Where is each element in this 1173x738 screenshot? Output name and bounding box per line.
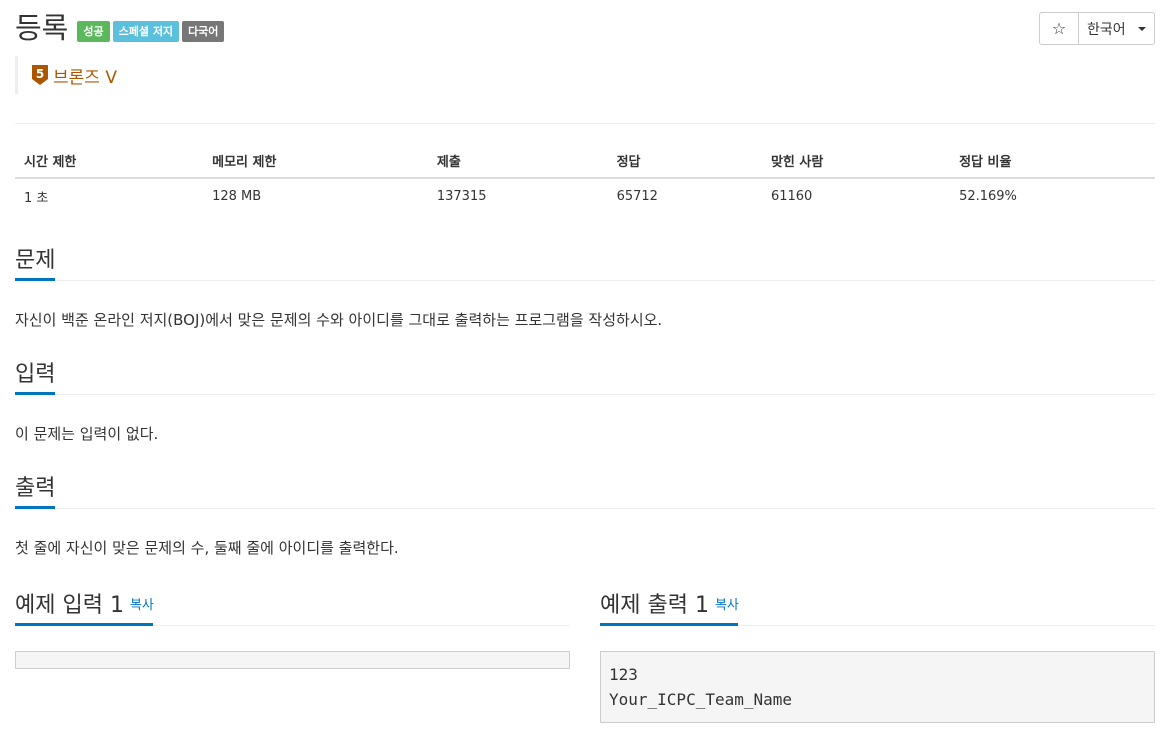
table-header-row: 시간 제한 메모리 제한 제출 정답 맞힌 사람 정답 비율 [15,143,1155,179]
header-divider [15,123,1155,124]
accept-ratio-value: 52.169% [959,189,1017,204]
section-underline [600,623,738,626]
section-title: 출력 [15,476,56,501]
bronze-tier-icon: 5 [31,64,49,86]
section-title: 입력 [15,362,56,387]
status-badge-success[interactable]: 성공 [77,20,110,42]
section-head: 문제 [15,243,1155,281]
section-input: 입력 이 문제는 입력이 없다. [15,357,1155,445]
col-solved-users: 맞힌 사람 [761,143,951,179]
solved-users-value[interactable]: 61160 [762,178,950,214]
col-memory-limit: 메모리 제한 [203,143,428,179]
col-submissions: 제출 [427,143,608,179]
page-title: 등록 [15,11,69,45]
problem-toolbar: ☆ 한국어 [1039,12,1155,45]
sample-output-title: 예제 출력 1 [600,593,709,618]
table-row: 1 초 128 MB 137315 65712 61160 52.169% [15,178,1155,214]
section-underline [15,392,55,395]
sample-output-data: 123 Your_ICPC_Team_Name [600,651,1155,723]
status-badge-special-judge[interactable]: 스페셜 저지 [112,20,180,42]
sample-output-section: 예제 출력 1 복사 123 Your_ICPC_Team_Name [600,588,1155,723]
col-accept-ratio: 정답 비율 [950,143,1155,179]
problem-badges: 성공 스페셜 저지 다국어 [77,20,227,42]
star-icon: ☆ [1051,19,1067,38]
tier-name-link[interactable]: 브론즈 V [53,63,117,88]
status-badge-multilingual[interactable]: 다국어 [182,20,225,42]
section-title: 예제 출력 1 복사 [600,588,739,624]
problem-info-table: 시간 제한 메모리 제한 제출 정답 맞힌 사람 정답 비율 1 초 128 M… [15,143,1155,214]
favorite-button[interactable]: ☆ [1039,12,1079,45]
caret-down-icon [1138,26,1146,31]
description-text: 자신이 백준 온라인 저지(BOJ)에서 맞은 문제의 수와 아이디를 그대로 … [15,311,663,329]
section-output: 출력 첫 줄에 자신이 맞은 문제의 수, 둘째 줄에 아이디를 출력한다. [15,471,1155,559]
section-underline [15,278,55,281]
sample-input-title: 예제 입력 1 [15,593,124,618]
section-head: 출력 [15,471,1155,509]
language-label: 한국어 [1087,21,1126,38]
input-text: 이 문제는 입력이 없다. [15,425,159,443]
tier-info: 5 브론즈 V [15,56,117,94]
section-head: 입력 [15,357,1155,395]
output-text: 첫 줄에 자신이 맞은 문제의 수, 둘째 줄에 아이디를 출력한다. [15,539,399,557]
section-underline [15,623,153,626]
copy-sample-output-button[interactable]: 복사 [715,598,739,613]
copy-sample-input-button[interactable]: 복사 [130,598,154,613]
section-title: 예제 입력 1 복사 [15,588,154,624]
col-time-limit: 시간 제한 [15,143,204,179]
section-underline [15,506,55,509]
svg-text:5: 5 [36,67,44,81]
accepted-value[interactable]: 65712 [608,178,762,214]
sample-input-data [15,651,570,669]
time-limit-value: 1 초 [24,191,49,206]
col-accepted: 정답 [607,143,762,179]
section-head: 예제 입력 1 복사 [15,588,570,626]
section-description: 문제 자신이 백준 온라인 저지(BOJ)에서 맞은 문제의 수와 아이디를 그… [15,243,1155,331]
memory-limit-value: 128 MB [212,189,262,204]
problem-header: 등록 성공 스페셜 저지 다국어 [15,10,227,46]
language-dropdown[interactable]: 한국어 [1079,12,1155,45]
section-head: 예제 출력 1 복사 [600,588,1155,626]
section-title: 문제 [15,248,56,273]
submissions-value[interactable]: 137315 [428,178,608,214]
sample-input-section: 예제 입력 1 복사 [15,588,570,669]
